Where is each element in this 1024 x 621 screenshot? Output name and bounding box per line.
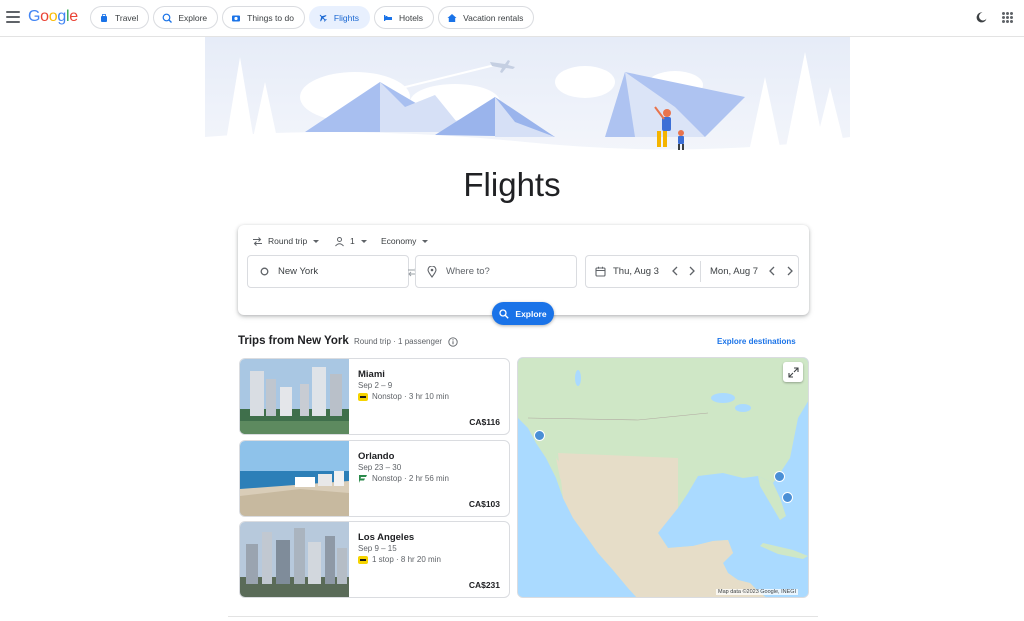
date-divider bbox=[700, 261, 701, 282]
swap-arrows-icon bbox=[253, 236, 262, 246]
trip-card-los-angeles[interactable]: Los Angeles Sep 9 – 15 1 stop · 8 hr 20 … bbox=[239, 521, 510, 598]
tab-hotels-label: Hotels bbox=[398, 12, 424, 23]
trip-dates: Sep 2 – 9 bbox=[358, 381, 393, 390]
depart-date-value: Thu, Aug 3 bbox=[613, 266, 659, 277]
tab-travel[interactable]: Travel bbox=[90, 6, 150, 29]
depart-prev-chevron-icon[interactable] bbox=[670, 265, 680, 277]
return-date-field[interactable]: Mon, Aug 7 bbox=[710, 255, 758, 288]
hero-illustration bbox=[205, 37, 850, 162]
trip-card-orlando[interactable]: Orlando Sep 23 – 30 Nonstop · 2 hr 56 mi… bbox=[239, 440, 510, 517]
trip-flight-text: 1 stop · 8 hr 20 min bbox=[372, 555, 441, 564]
section-divider bbox=[228, 616, 818, 617]
expand-map-button[interactable] bbox=[783, 362, 803, 382]
trip-flight-text: Nonstop · 2 hr 56 min bbox=[372, 474, 449, 483]
tab-explore[interactable]: Explore bbox=[153, 6, 219, 29]
return-next-chevron-icon[interactable] bbox=[785, 265, 795, 277]
trip-flight-info: 1 stop · 8 hr 20 min bbox=[358, 555, 441, 564]
calendar-icon bbox=[595, 266, 606, 277]
trip-city: Los Angeles bbox=[358, 532, 415, 543]
trip-flight-info: Nonstop · 2 hr 56 min bbox=[358, 474, 449, 483]
tab-vacation-rentals-label: Vacation rentals bbox=[463, 12, 524, 23]
trip-dates: Sep 23 – 30 bbox=[358, 463, 402, 472]
airline-logo-icon bbox=[358, 392, 368, 401]
trip-flight-text: Nonstop · 3 hr 10 min bbox=[372, 392, 449, 401]
explore-destinations-link[interactable]: Explore destinations bbox=[717, 337, 796, 346]
hamburger-menu-icon[interactable] bbox=[6, 10, 20, 24]
bed-icon bbox=[383, 13, 393, 23]
trip-dates: Sep 9 – 15 bbox=[358, 544, 397, 553]
tab-travel-label: Travel bbox=[115, 12, 139, 23]
return-date-value: Mon, Aug 7 bbox=[710, 266, 759, 277]
trip-city: Orlando bbox=[358, 451, 395, 462]
explore-button-label: Explore bbox=[515, 308, 547, 319]
trip-flight-info: Nonstop · 3 hr 10 min bbox=[358, 392, 449, 401]
los-angeles-photo bbox=[240, 522, 349, 597]
camera-icon bbox=[231, 13, 241, 23]
house-icon bbox=[447, 13, 457, 23]
destination-field[interactable]: Where to? bbox=[415, 255, 577, 288]
return-prev-chevron-icon[interactable] bbox=[767, 265, 777, 277]
map-attribution: Map data ©2023 Google, INEGI bbox=[716, 589, 799, 595]
passengers-dropdown[interactable]: 1 bbox=[334, 234, 367, 248]
explore-icon bbox=[162, 13, 173, 23]
map-marker-los-angeles[interactable] bbox=[534, 430, 545, 441]
trips-section-title: Trips from New York bbox=[238, 335, 349, 347]
airline-logo-icon bbox=[358, 474, 368, 483]
tab-flights[interactable]: Flights bbox=[308, 6, 370, 29]
passengers-value: 1 bbox=[350, 236, 355, 246]
tab-explore-label: Explore bbox=[178, 12, 208, 23]
chevron-down-icon bbox=[422, 239, 429, 243]
suitcase-icon bbox=[99, 13, 109, 23]
origin-field[interactable]: New York bbox=[247, 255, 409, 288]
dark-mode-icon[interactable] bbox=[976, 12, 987, 23]
location-pin-icon bbox=[426, 265, 438, 278]
tab-flights-label: Flights bbox=[333, 12, 359, 23]
chevron-down-icon bbox=[360, 239, 367, 243]
explore-button[interactable]: Explore bbox=[492, 302, 554, 325]
orlando-photo bbox=[240, 441, 349, 516]
travel-nav-tabs: Travel Explore Things to do Flights Hote… bbox=[90, 6, 535, 29]
page-title: Flights bbox=[463, 166, 561, 203]
trip-city: Miami bbox=[358, 369, 385, 380]
map-marker-miami[interactable] bbox=[782, 492, 793, 503]
trip-type-value: Round trip bbox=[268, 236, 308, 246]
expand-icon bbox=[787, 366, 799, 378]
depart-next-chevron-icon[interactable] bbox=[687, 265, 697, 277]
trip-price: CA$231 bbox=[468, 580, 500, 590]
google-logo[interactable]: Google bbox=[28, 8, 78, 26]
airline-logo-icon bbox=[358, 555, 368, 564]
origin-value: New York bbox=[278, 266, 319, 277]
chevron-down-icon bbox=[313, 239, 320, 243]
trip-card-miami[interactable]: Miami Sep 2 – 9 Nonstop · 3 hr 10 min CA… bbox=[239, 358, 510, 435]
top-bar: Google Travel Explore Things to do Fligh… bbox=[0, 0, 1024, 37]
trip-type-dropdown[interactable]: Round trip bbox=[252, 234, 320, 248]
airplane-icon bbox=[318, 13, 328, 23]
info-icon[interactable] bbox=[448, 337, 458, 347]
origin-circle-icon bbox=[258, 266, 270, 278]
depart-date-field[interactable]: Thu, Aug 3 bbox=[595, 255, 659, 288]
destination-placeholder: Where to? bbox=[446, 266, 490, 277]
cabin-class-dropdown[interactable]: Economy bbox=[381, 234, 429, 248]
tab-vacation-rentals[interactable]: Vacation rentals bbox=[438, 6, 535, 29]
tab-hotels[interactable]: Hotels bbox=[373, 6, 435, 29]
trip-price: CA$103 bbox=[468, 499, 500, 509]
tab-things-to-do[interactable]: Things to do bbox=[222, 6, 305, 29]
map-marker-orlando[interactable] bbox=[774, 471, 785, 482]
google-apps-icon[interactable] bbox=[1002, 12, 1013, 23]
miami-photo bbox=[240, 359, 349, 434]
tab-things-to-do-label: Things to do bbox=[247, 12, 294, 23]
destinations-map[interactable] bbox=[517, 357, 809, 598]
search-icon bbox=[499, 308, 510, 319]
map-canvas bbox=[518, 358, 808, 597]
trips-section-subtitle: Round trip · 1 passenger bbox=[354, 337, 443, 346]
person-icon bbox=[335, 236, 344, 246]
cabin-class-value: Economy bbox=[381, 236, 417, 246]
trip-price: CA$116 bbox=[469, 417, 500, 427]
